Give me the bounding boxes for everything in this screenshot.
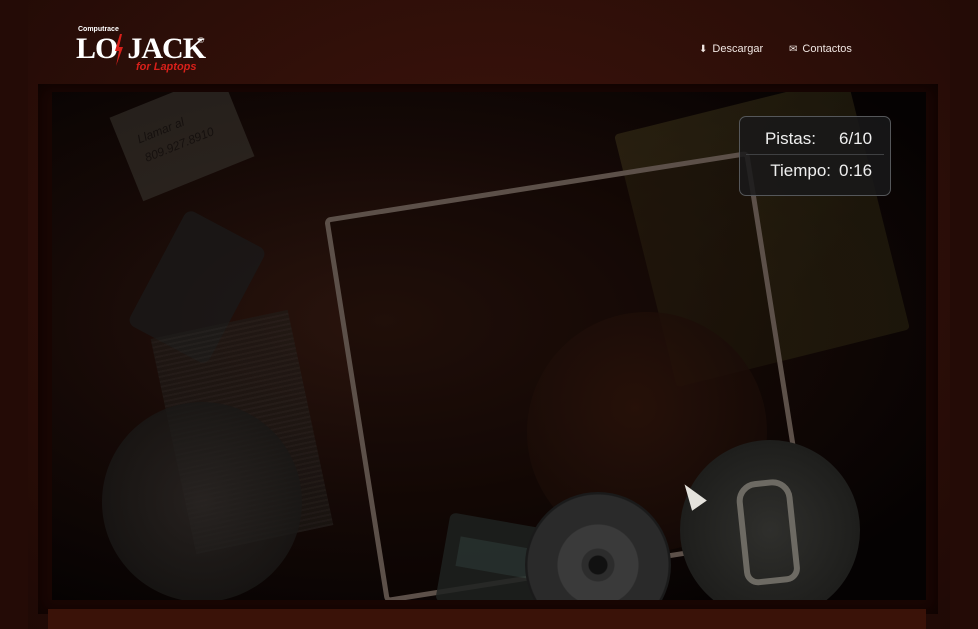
registered-mark: ® [198,36,204,45]
logo-subtitle: for Laptops [136,61,197,73]
game-hud: Pistas: 6/10 Tiempo: 0:16 [739,116,891,196]
clues-label: Pistas: [764,129,816,148]
contact-link[interactable]: ✉ Contactos [789,43,852,55]
scene-sticky-note[interactable]: Llamar al 809.927.8910 [109,92,255,202]
hud-clues-row: Pistas: 6/10 [740,125,890,153]
right-border [950,0,978,629]
scene-coffee-cup[interactable] [102,402,302,600]
envelope-icon: ✉ [789,43,798,55]
time-label: Tiempo: [770,161,831,180]
hud-divider [746,154,884,155]
download-label: Descargar [712,43,764,55]
lightning-bolt-icon [115,34,123,66]
clues-value: 6/10 [839,129,873,148]
scene-pull-tab[interactable] [734,477,802,587]
lojack-logo[interactable]: Computrace LO JACK ® for Laptops [76,26,206,74]
contact-label: Contactos [802,43,852,55]
download-link[interactable]: ⬇ Descargar [699,43,763,55]
hud-time-row: Tiempo: 0:16 [740,157,890,185]
bottom-strip [48,609,926,629]
download-arrow-icon: ⬇ [699,43,708,55]
time-value: 0:16 [839,161,873,180]
left-border [0,0,28,629]
header: Computrace LO JACK ® for Laptops ⬇ Descar… [0,0,978,80]
